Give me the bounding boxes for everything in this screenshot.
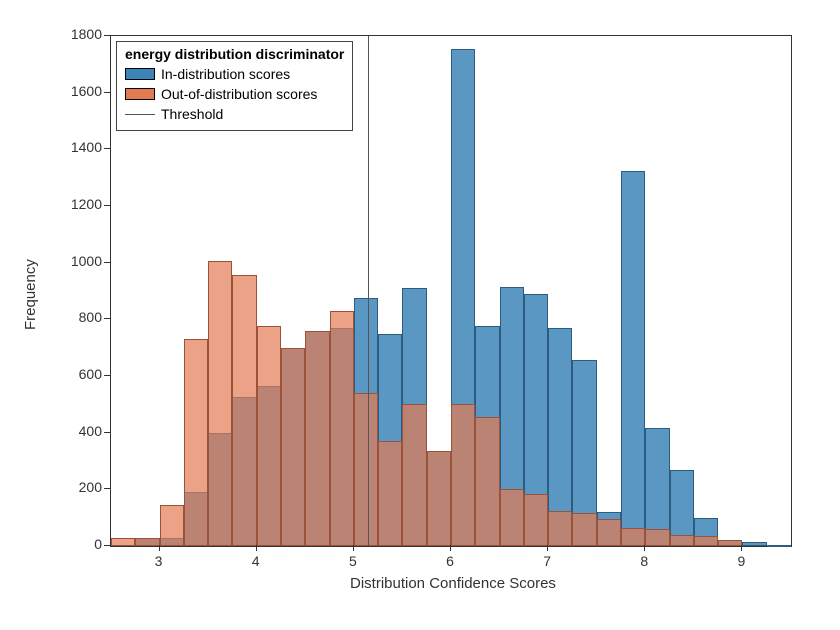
legend-item-threshold: Threshold bbox=[125, 104, 344, 124]
x-tick-label: 5 bbox=[343, 553, 363, 569]
x-tick-label: 9 bbox=[731, 553, 751, 569]
y-tick-label: 1200 bbox=[52, 196, 102, 212]
square-icon bbox=[125, 88, 155, 100]
histogram-bar-out bbox=[524, 494, 548, 546]
histogram-bar-in bbox=[742, 542, 766, 546]
histogram-bar-in bbox=[621, 171, 645, 546]
legend-label: Threshold bbox=[161, 106, 223, 122]
histogram-bar-in bbox=[767, 545, 791, 547]
line-icon bbox=[125, 114, 155, 115]
histogram-bar-out bbox=[305, 331, 329, 546]
histogram-bar-out bbox=[475, 417, 499, 546]
y-tick-label: 800 bbox=[52, 309, 102, 325]
histogram-bar-out bbox=[402, 404, 426, 546]
legend-item-out: Out-of-distribution scores bbox=[125, 84, 344, 104]
histogram-bar-out bbox=[718, 540, 742, 546]
histogram-bar-out bbox=[597, 519, 621, 546]
y-tick-label: 1600 bbox=[52, 83, 102, 99]
y-tick-label: 0 bbox=[52, 536, 102, 552]
histogram-bar-out bbox=[232, 275, 256, 546]
y-axis-label: Frequency bbox=[22, 259, 39, 330]
histogram-bar-out bbox=[500, 489, 524, 546]
histogram-bar-out bbox=[427, 451, 451, 546]
histogram-bar-out bbox=[670, 535, 694, 546]
legend-item-in: In-distribution scores bbox=[125, 64, 344, 84]
y-tick-label: 400 bbox=[52, 423, 102, 439]
y-tick-label: 600 bbox=[52, 366, 102, 382]
histogram-bar-out bbox=[451, 404, 475, 546]
y-tick-label: 1000 bbox=[52, 253, 102, 269]
threshold-line bbox=[368, 36, 369, 546]
legend: energy distribution discriminator In-dis… bbox=[116, 41, 353, 131]
legend-title: energy distribution discriminator bbox=[125, 46, 344, 62]
histogram-bar-out bbox=[330, 311, 354, 546]
x-tick-label: 8 bbox=[634, 553, 654, 569]
histogram-bar-out bbox=[281, 348, 305, 546]
chart-canvas: Frequency Distribution Confidence Scores… bbox=[0, 0, 840, 630]
x-tick-label: 4 bbox=[246, 553, 266, 569]
histogram-bar-out bbox=[572, 513, 596, 546]
x-axis-label: Distribution Confidence Scores bbox=[350, 575, 556, 592]
histogram-bar-out bbox=[354, 393, 378, 546]
histogram-bar-out bbox=[208, 261, 232, 546]
legend-label: Out-of-distribution scores bbox=[161, 86, 317, 102]
x-tick-label: 3 bbox=[149, 553, 169, 569]
histogram-bar-out bbox=[111, 538, 135, 547]
x-tick-label: 7 bbox=[537, 553, 557, 569]
y-tick-label: 200 bbox=[52, 479, 102, 495]
histogram-bar-out bbox=[184, 339, 208, 546]
histogram-bar-out bbox=[378, 441, 402, 546]
y-tick-label: 1800 bbox=[52, 26, 102, 42]
histogram-bar-out bbox=[257, 326, 281, 546]
histogram-bar-out bbox=[694, 536, 718, 546]
histogram-bar-out bbox=[160, 505, 184, 546]
histogram-bar-out bbox=[621, 528, 645, 546]
y-tick-label: 1400 bbox=[52, 139, 102, 155]
histogram-bar-out bbox=[135, 538, 159, 547]
square-icon bbox=[125, 68, 155, 80]
x-tick-label: 6 bbox=[440, 553, 460, 569]
legend-label: In-distribution scores bbox=[161, 66, 290, 82]
histogram-bar-out bbox=[645, 529, 669, 546]
histogram-bar-out bbox=[548, 511, 572, 546]
